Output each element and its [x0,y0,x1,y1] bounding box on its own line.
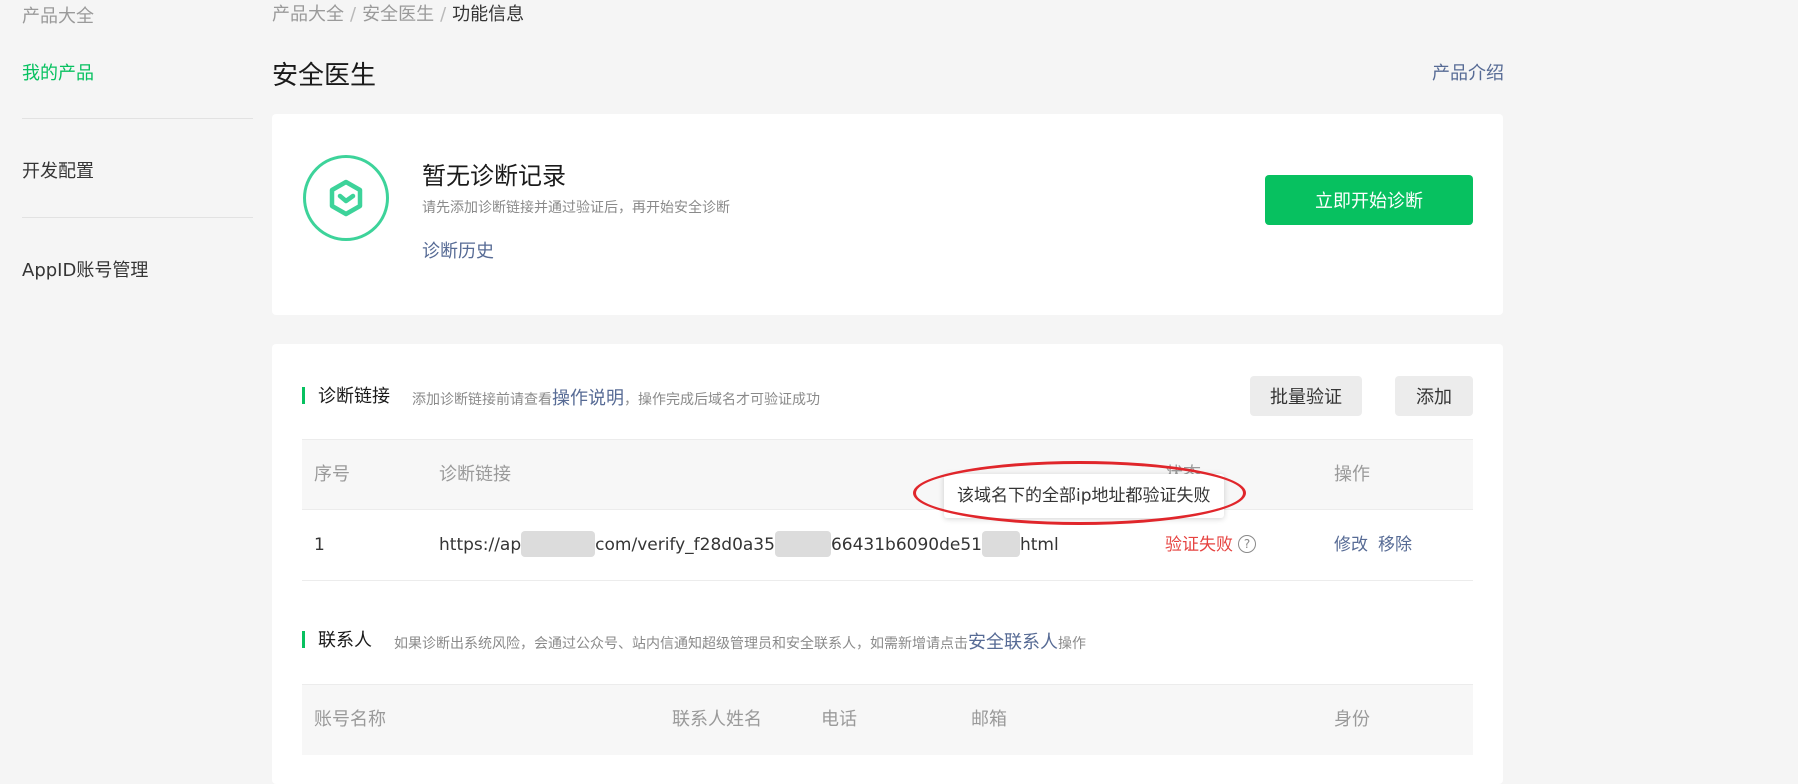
start-diagnosis-button[interactable]: 立即开始诊断 [1265,175,1473,225]
column-header-index: 序号 [314,464,350,485]
contacts-desc-suffix: 操作 [1058,636,1086,652]
column-header-link: 诊断链接 [439,464,511,485]
breadcrumb-item[interactable]: 安全医生 [362,4,434,25]
contacts-section-title: 联系人 [318,630,372,651]
sidebar-item-dev-config[interactable]: 开发配置 [22,157,94,183]
column-header-actions: 操作 [1334,464,1370,485]
contacts-table-header: 账号名称 联系人姓名 电话 邮箱 身份 [302,684,1473,755]
redacted-blur [981,530,1020,557]
operation-guide-link[interactable]: 操作说明 [552,388,624,409]
status-failed-text: 验证失败 [1165,535,1233,555]
redacted-blur [774,530,831,557]
diagnosis-history-link[interactable]: 诊断历史 [422,237,494,263]
remove-link-button[interactable]: 移除 [1378,535,1412,555]
section-marker [302,631,305,648]
security-contact-link[interactable]: 安全联系人 [968,632,1058,653]
row-url: https://ap com/verify_f28d0a35 66431b6090d… [439,510,1059,580]
column-header-phone: 电话 [821,709,857,730]
no-record-description: 请先添加诊断链接并通过验证后，再开始安全诊断 [422,200,730,216]
redacted-blur [521,530,596,557]
column-header-email: 邮箱 [971,709,1007,730]
links-desc-prefix: 添加诊断链接前请查看 [412,392,552,408]
links-section-description: 添加诊断链接前请查看操作说明，操作完成后域名才可验证成功 [412,384,820,410]
security-doctor-logo [303,155,389,241]
section-marker [302,387,305,404]
row-index: 1 [314,535,325,555]
status-tooltip: 该域名下的全部ip地址都验证失败 [944,474,1224,518]
column-header-contact-name: 联系人姓名 [672,709,762,730]
url-part: com/verify_f28d0a35 [595,535,775,555]
links-table-header: 序号 诊断链接 状态 操作 [302,439,1473,510]
table-row: 1 https://ap com/verify_f28d0a35 66431b609… [302,509,1473,581]
edit-link-button[interactable]: 修改 [1334,535,1368,555]
question-circle-icon[interactable]: ? [1238,534,1256,553]
links-desc-suffix: ，操作完成后域名才可验证成功 [624,392,820,408]
row-actions: 修改 移除 [1334,510,1422,580]
diagnosis-links-card: 诊断链接 添加诊断链接前请查看操作说明，操作完成后域名才可验证成功 批量验证 添… [272,344,1503,784]
links-section-title: 诊断链接 [318,386,390,407]
url-part: 66431b6090de51 [830,535,982,555]
sidebar-item-appid-accounts[interactable]: AppID账号管理 [22,256,148,282]
page-title: 安全医生 [272,61,377,91]
breadcrumb-current: 功能信息 [452,4,525,25]
row-status: 验证失败? [1165,510,1256,580]
column-header-account: 账号名称 [314,709,386,730]
batch-verify-button[interactable]: 批量验证 [1250,376,1362,416]
breadcrumb: 产品大全 / 安全医生 / 功能信息 [272,0,524,26]
sidebar-divider [22,217,253,218]
column-header-role: 身份 [1334,709,1370,730]
contacts-section-description: 如果诊断出系统风险，会通过公众号、站内信通知超级管理员和安全联系人，如需新增请点… [394,628,1086,654]
shield-logo-icon [329,179,363,217]
no-record-title: 暂无诊断记录 [422,162,566,190]
url-part: https://ap [439,535,522,555]
breadcrumb-separator: / [350,4,357,25]
add-link-button[interactable]: 添加 [1395,376,1473,416]
product-intro-link[interactable]: 产品介绍 [1432,59,1504,85]
contacts-desc-prefix: 如果诊断出系统风险，会通过公众号、站内信通知超级管理员和安全联系人，如需新增请点… [394,636,968,652]
diagnosis-card: 暂无诊断记录 请先添加诊断链接并通过验证后，再开始安全诊断 诊断历史 立即开始诊… [272,114,1503,315]
sidebar-divider [22,118,253,119]
breadcrumb-separator: / [440,4,447,25]
url-part: html [1019,535,1059,555]
breadcrumb-item[interactable]: 产品大全 [272,4,344,25]
sidebar-item-my-products[interactable]: 我的产品 [22,59,94,85]
sidebar-item-all-products[interactable]: 产品大全 [22,2,94,28]
sidebar: 产品大全 我的产品 开发配置 AppID账号管理 [0,0,253,772]
